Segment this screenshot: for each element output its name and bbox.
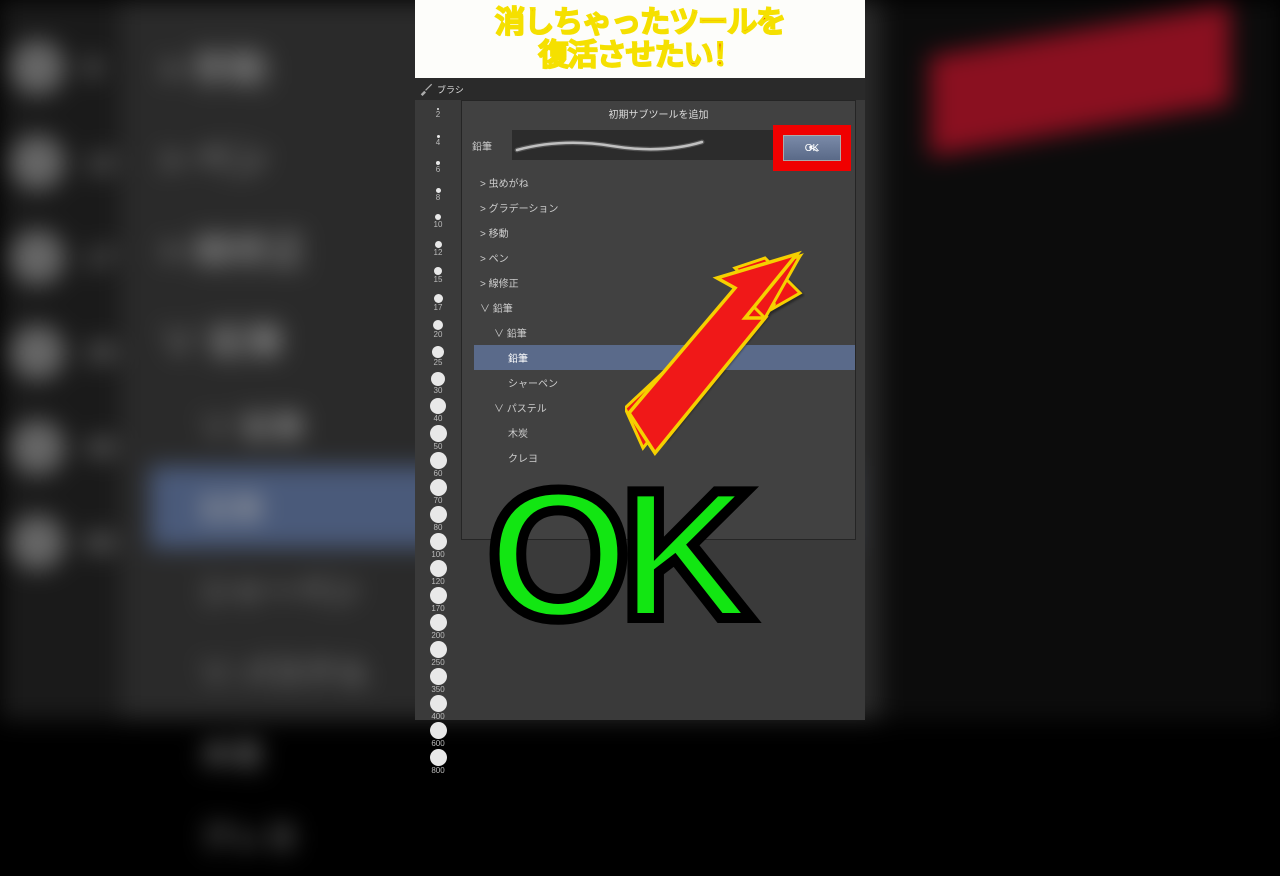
size-number: 250 [431, 658, 444, 667]
red-arrow [625, 248, 805, 468]
size-dot [432, 346, 444, 358]
size-dot [430, 506, 447, 523]
size-dot [431, 372, 445, 386]
brush-size-item[interactable]: 4 [415, 127, 461, 154]
brush-size-item[interactable]: 80 [415, 505, 461, 532]
title-line-2: 復活させたい！ [539, 39, 742, 72]
brush-size-item[interactable]: 12 [415, 235, 461, 262]
size-number: 4 [436, 138, 440, 147]
dialog-title: 初期サブツールを追加 [462, 101, 855, 126]
brush-size-column: 2 4 6 8 10 12 15 17 20 25 30 40 50 60 70 80 100 120 170 200… [415, 100, 461, 775]
size-number: 50 [434, 442, 443, 451]
size-number: 2 [436, 110, 440, 119]
size-dot [433, 320, 443, 330]
brush-size-item[interactable]: 25 [415, 343, 461, 370]
size-number: 80 [434, 523, 443, 532]
size-dot [430, 614, 447, 631]
brush-size-item[interactable]: 100 [415, 532, 461, 559]
title-line-1: 消しちゃったツールを [495, 6, 785, 39]
tree-item[interactable]: > 移動 [474, 220, 855, 245]
size-number: 120 [431, 577, 444, 586]
size-number: 350 [431, 685, 444, 694]
phone-screenshot: 消しちゃったツールを 復活させたい！ ブラシ 2 4 6 8 10 12 15 17 20 25 3… [415, 0, 865, 720]
size-dot [430, 668, 447, 685]
big-ok-text: OK [487, 448, 743, 660]
size-number: 60 [434, 469, 443, 478]
brush-size-item[interactable]: 120 [415, 559, 461, 586]
size-number: 25 [434, 358, 443, 367]
tab-label: ブラシ [437, 83, 464, 96]
brush-size-item[interactable]: 600 [415, 721, 461, 748]
preview-label: 鉛筆 [472, 138, 502, 153]
size-dot [430, 560, 447, 577]
size-dot [430, 398, 446, 414]
brush-size-item[interactable]: 350 [415, 667, 461, 694]
tab-bar: ブラシ [415, 78, 865, 100]
brush-size-item[interactable]: 6 [415, 154, 461, 181]
size-number: 800 [431, 766, 444, 775]
size-number: 170 [431, 604, 444, 613]
size-dot [430, 641, 447, 658]
size-dot [434, 294, 443, 303]
brush-size-item[interactable]: 20 [415, 316, 461, 343]
size-dot [435, 241, 442, 248]
brush-size-item[interactable]: 200 [415, 613, 461, 640]
size-number: 100 [431, 550, 444, 559]
size-dot [430, 425, 447, 442]
size-number: 17 [434, 303, 443, 312]
size-number: 200 [431, 631, 444, 640]
brush-size-item[interactable]: 60 [415, 451, 461, 478]
size-dot [430, 533, 447, 550]
size-number: 400 [431, 712, 444, 721]
size-dot [430, 749, 447, 766]
brush-size-item[interactable]: 800 [415, 748, 461, 775]
size-number: 6 [436, 165, 440, 174]
size-number: 600 [431, 739, 444, 748]
size-number: 12 [434, 248, 443, 257]
brush-size-item[interactable]: 17 [415, 289, 461, 316]
size-number: 30 [434, 386, 443, 395]
ok-button[interactable]: ↖ OK [783, 135, 841, 161]
tree-item[interactable]: > 虫めがね [474, 170, 855, 195]
size-number: 40 [434, 414, 443, 423]
brush-size-item[interactable]: 250 [415, 640, 461, 667]
size-number: 10 [434, 220, 443, 229]
app-panel: ブラシ 2 4 6 8 10 12 15 17 20 25 30 40 50 60 70 80 100 120 17… [415, 78, 865, 720]
brush-size-item[interactable]: 50 [415, 424, 461, 451]
brush-size-item[interactable]: 70 [415, 478, 461, 505]
size-dot [430, 479, 447, 496]
brush-size-item[interactable]: 30 [415, 370, 461, 397]
size-dot [430, 695, 447, 712]
size-dot [430, 452, 447, 469]
size-number: 15 [434, 275, 443, 284]
size-dot [434, 267, 442, 275]
title-banner: 消しちゃったツールを 復活させたい！ [415, 0, 865, 78]
brush-size-item[interactable]: 8 [415, 181, 461, 208]
size-dot [430, 587, 447, 604]
brush-icon [419, 82, 433, 96]
size-number: 20 [434, 330, 443, 339]
brush-size-item[interactable]: 2 [415, 100, 461, 127]
size-number: 70 [434, 496, 443, 505]
brush-size-item[interactable]: 400 [415, 694, 461, 721]
tree-item[interactable]: > グラデーション [474, 195, 855, 220]
brush-size-item[interactable]: 10 [415, 208, 461, 235]
size-dot [430, 722, 447, 739]
brush-size-item[interactable]: 170 [415, 586, 461, 613]
ok-highlight-box: ↖ OK [773, 125, 851, 171]
size-number: 8 [436, 193, 440, 202]
brush-size-item[interactable]: 15 [415, 262, 461, 289]
brush-size-item[interactable]: 40 [415, 397, 461, 424]
